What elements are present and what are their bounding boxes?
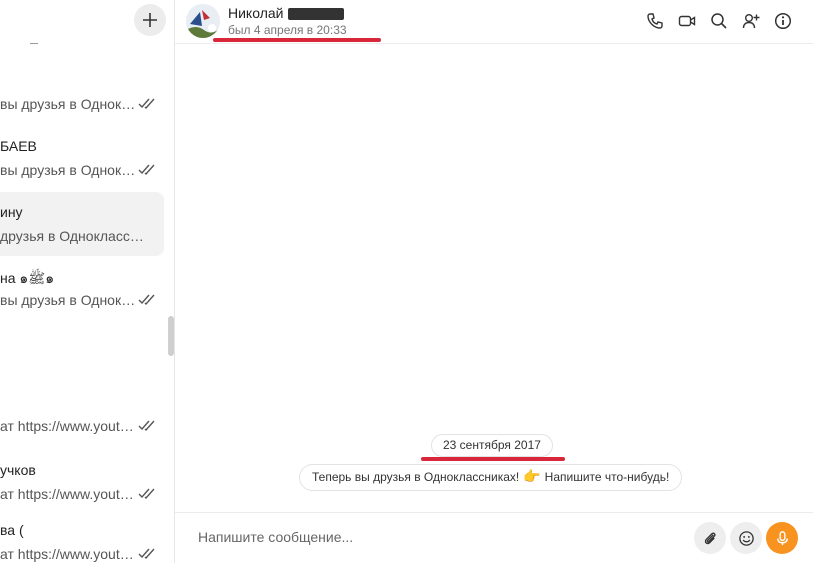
search-button[interactable] [708,10,729,31]
read-checkmarks-icon [138,164,155,175]
chat-preview: вы друзья в Однокл… [0,96,136,112]
new-chat-button[interactable] [134,4,166,36]
chat-preview: ат https://www.yout… [0,418,134,434]
avatar-image [186,4,220,38]
read-checkmarks-icon [138,98,155,109]
read-checkmarks-icon [138,420,155,431]
message-area: 23 сентября 2017 Теперь вы друзья в Одно… [175,45,813,512]
chat-info-button[interactable] [772,10,793,31]
chat-name: ину [0,204,23,220]
attach-button[interactable] [694,522,726,554]
last-seen-status: был 4 апреля в 20:33 [228,23,347,37]
redacted-surname [288,8,344,20]
chat-list-item[interactable]: ат https://www.yout… [0,382,164,446]
annotation-underline [213,38,381,42]
pointing-hand-emoji: 👉 [523,469,541,485]
add-user-icon [742,13,759,28]
system-message: Теперь вы друзья в Одноклассниках! 👉 Нап… [299,464,683,491]
video-call-button[interactable] [676,10,697,31]
system-message-text: Напишите что-нибудь! [544,470,670,484]
chat-list-item-active[interactable]: ину друзья в Одноклассн… [0,192,164,256]
chat-preview: ат https://www.yout… [0,486,134,502]
read-checkmarks-icon [138,488,155,499]
chat-name: ва ( [0,522,24,538]
voice-message-button[interactable] [766,522,798,554]
chat-list-item[interactable]: БАЕВ вы друзья в Однокл… [0,126,164,190]
chat-preview: ат https://www.yout… [0,546,134,562]
annotation-underline [421,457,565,461]
call-button[interactable] [644,10,665,31]
chat-list-item[interactable]: ва ( ат https://www.yout… [0,510,164,563]
read-checkmarks-icon [138,548,155,559]
read-checkmarks-icon [138,294,155,305]
date-separator: 23 сентября 2017 [431,434,553,457]
chat-list-sidebar: вы друзья в Однокл… БАЕВ вы друзья в Одн… [0,0,175,563]
chat-name: на ๑ﷺ๑ [0,270,55,286]
sidebar-scrollbar[interactable] [168,316,174,356]
chat-list-item[interactable]: на ๑ﷺ๑ вы друзья в Однокл… [0,256,164,320]
microphone-icon [776,530,788,545]
chat-list-item[interactable]: вы друзья в Однокл… [0,70,164,134]
chat-preview: вы друзья в Однокл… [0,292,136,308]
system-message-text: Теперь вы друзья в Одноклассниках! [312,470,520,484]
info-icon [774,12,791,29]
chat-list-item[interactable]: учков ат https://www.yout… [0,450,164,514]
phone-icon [646,12,663,29]
smiley-icon [738,530,754,546]
contact-avatar[interactable] [186,4,220,38]
plus-icon [143,13,157,27]
search-icon [710,12,727,29]
message-input[interactable] [185,521,685,553]
chat-preview: вы друзья в Однокл… [0,162,136,178]
chat-preview: друзья в Одноклассн… [0,228,150,244]
add-participant-button[interactable] [740,10,761,31]
truncated-item [30,36,38,44]
paperclip-icon [704,532,716,544]
emoji-button[interactable] [730,522,762,554]
message-composer [175,512,813,563]
chat-name: учков [0,462,36,478]
chat-name: БАЕВ [0,138,37,154]
contact-name[interactable]: Николай [228,5,283,21]
chat-header: Николай был 4 апреля в 20:33 [175,0,813,44]
video-icon [678,15,695,26]
